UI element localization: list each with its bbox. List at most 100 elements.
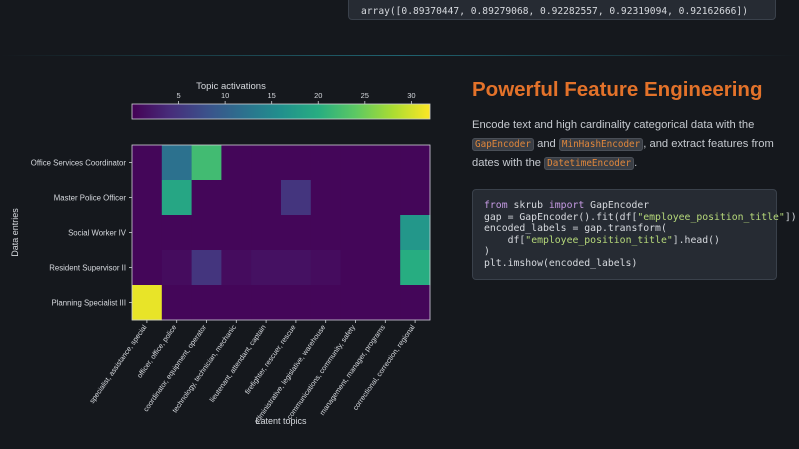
desc-text-4: . [634, 157, 638, 169]
heatmap-cell [310, 215, 341, 251]
heatmap-cell [400, 180, 431, 216]
gapencoder-code[interactable]: GapEncoder [472, 138, 534, 151]
colorbar-tick-label: 25 [361, 91, 369, 100]
heatmap-cell [221, 285, 252, 321]
code-line: ) [484, 246, 776, 258]
heatmap-cell [340, 250, 371, 286]
y-axis-label: Data entries [10, 208, 20, 257]
heatmap-cell [370, 145, 401, 181]
section-heading: Powerful Feature Engineering [472, 78, 763, 101]
colorbar [131, 103, 431, 120]
heatmap-cell [310, 285, 341, 321]
heatmap-cell [370, 285, 401, 321]
row-label: Social Worker IV [68, 229, 127, 238]
code-token: import [548, 200, 585, 211]
heatmap-cell [161, 250, 192, 286]
heatmap-cell [161, 215, 192, 251]
heatmap-cell [281, 145, 312, 181]
heatmap-cell [251, 145, 282, 181]
colorbar-tick-label: 5 [176, 91, 180, 100]
feature-description: Encode text and high cardinality categor… [472, 116, 784, 173]
code-token: df[ [484, 234, 526, 246]
heatmap-cell [251, 180, 282, 216]
heatmap-cell [281, 215, 312, 251]
heatmap-cell [400, 285, 431, 321]
heatmap-cell [221, 145, 252, 181]
column-label: correctional, correction, regional [351, 323, 417, 412]
colorbar-tick-label: 15 [268, 91, 276, 100]
heatmap-cell [400, 215, 431, 251]
row-label: Master Police Officer [54, 194, 127, 203]
heatmap-cell [370, 180, 401, 216]
column-label: specialist, assistance, special [87, 323, 148, 405]
heatmap-cell [221, 180, 252, 216]
code-token: encoded_labels = gap.transform( [484, 223, 667, 235]
colorbar-tick-label: 20 [314, 91, 322, 100]
heatmap-cell [221, 250, 252, 286]
heatmap-cell [161, 285, 192, 321]
heatmap-cell [370, 215, 401, 251]
heatmap-cell [132, 180, 163, 216]
heatmap-cell [132, 285, 163, 321]
heatmap-cell [370, 250, 401, 286]
heatmap-cell [400, 250, 431, 286]
heatmap-cell [161, 145, 192, 181]
minhashencoder-code[interactable]: MinHashEncoder [558, 138, 644, 151]
colorbar-title: Topic activations [196, 81, 266, 92]
code-token: ) [484, 246, 490, 258]
code-line: df["employee_position_title"].head() [484, 235, 776, 247]
heatmap-cell [221, 215, 252, 251]
heatmap-cell [191, 145, 222, 181]
heatmap-cell [281, 250, 312, 286]
code-token: "employee_position_title" [525, 234, 673, 246]
heatmap-cell [310, 180, 341, 216]
code-token: skrub [507, 200, 549, 211]
row-label: Planning Specialist III [51, 299, 126, 308]
heatmap-cell [281, 180, 312, 216]
heatmap-cell [132, 215, 163, 251]
code-token: gap = GapEncoder().fit(df[ [484, 211, 638, 223]
heatmap-cell [251, 250, 282, 286]
row-label: Resident Supervisor II [49, 264, 126, 273]
heatmap-cell [400, 145, 431, 181]
code-line: from skrub import GapEncoder [484, 200, 776, 212]
heatmap-cell [340, 215, 371, 251]
heatmap-chart: Topic activations 5 10 15 20 25 30 Office Servi… [10, 81, 431, 426]
heatmap-cell [251, 215, 282, 251]
colorbar-tick-label: 10 [221, 91, 229, 100]
heatmap-cell [191, 215, 222, 251]
column-label: lieutenant, attendant, captain [207, 323, 267, 404]
desc-text-1: Encode text and high cardinality categor… [472, 119, 755, 131]
heatmap-cell [340, 285, 371, 321]
heatmap-cell [310, 145, 341, 181]
colorbar-tick-label: 30 [407, 91, 415, 100]
heatmap-cell [132, 250, 163, 286]
datetimeencoder-code[interactable]: DatetimeEncoder [544, 157, 635, 170]
code-token: "employee_position_title" [637, 211, 785, 223]
code-token: plt.imshow(encoded_labels) [484, 257, 638, 269]
code-token: GapEncoder [584, 200, 650, 211]
code-token: ]) [784, 211, 797, 223]
code-line: plt.imshow(encoded_labels) [484, 258, 776, 270]
code-example: from skrub import GapEncoder gap = GapEn… [472, 189, 797, 280]
code-line: encoded_labels = gap.transform( [484, 223, 776, 235]
heatmap-cell [340, 180, 371, 216]
heatmap-cell [191, 180, 222, 216]
desc-text-2: and [533, 138, 559, 150]
row-label: Office Services Coordinator [31, 159, 127, 168]
heatmap-cell [191, 285, 222, 321]
heatmap-cell [191, 250, 222, 286]
heatmap-cell [310, 250, 341, 286]
code-output: array([0.89370447, 0.89279068, 0.9228255… [348, 0, 776, 20]
section-divider [0, 55, 799, 56]
heatmap-cell [281, 285, 312, 321]
x-axis-label: Latent topics [255, 416, 307, 426]
code-token: ].head() [672, 234, 720, 246]
heatmap-cell [132, 145, 163, 181]
code-line: gap = GapEncoder().fit(df["employee_posi… [484, 211, 797, 224]
heatmap-cell [251, 285, 282, 321]
column-label: firefighter, rescuer, rescue [243, 323, 298, 396]
heatmap-cell [161, 180, 192, 216]
code-token: from [484, 200, 508, 211]
code-output-text: array([0.89370447, 0.89279068, 0.9228255… [361, 6, 748, 17]
